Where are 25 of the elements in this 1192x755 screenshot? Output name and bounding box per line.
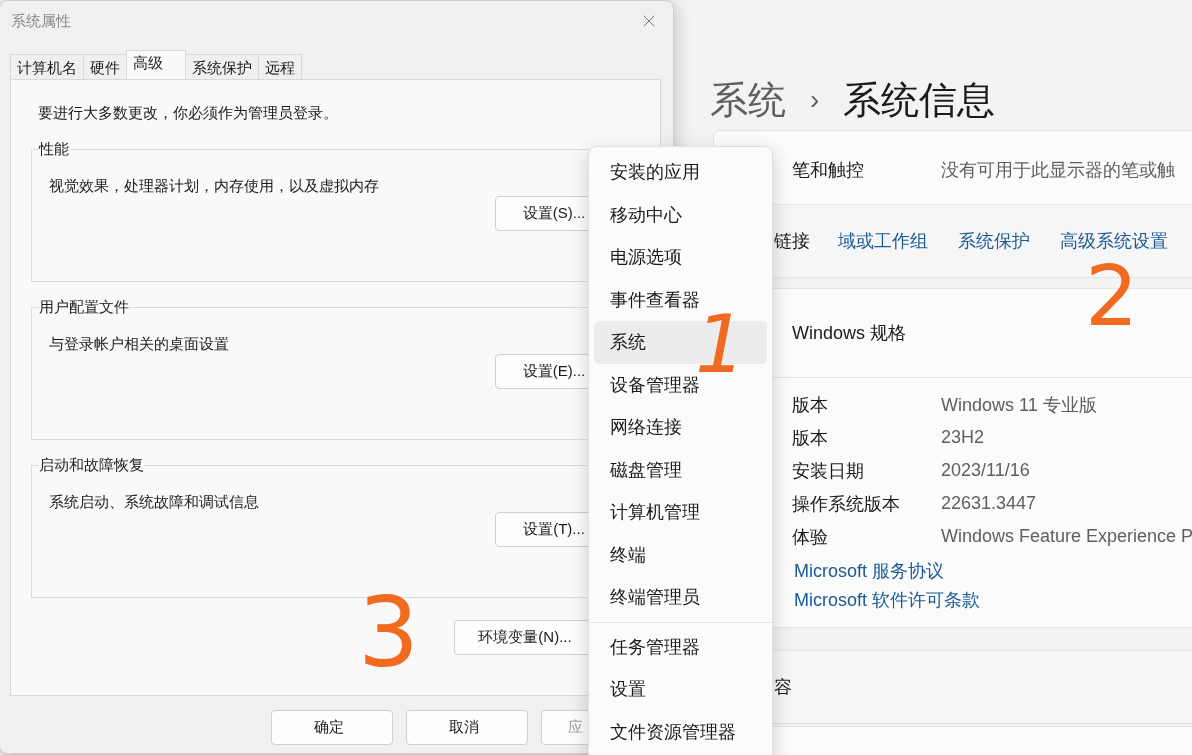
spec-value: 22631.3447 xyxy=(941,493,1037,514)
spec-value: 2023/11/16 xyxy=(941,460,1030,481)
spec-label: 体验 xyxy=(792,525,829,549)
info-value: 没有可用于此显示器的笔或触 xyxy=(941,158,1175,182)
spec-label: 版本 xyxy=(792,426,829,450)
page-title: 系统信息 xyxy=(843,77,996,123)
window-title: 系统属性 xyxy=(11,11,71,31)
spec-label: 操作系统版本 xyxy=(792,492,901,516)
related-links-label: 链接 xyxy=(774,230,810,253)
annotation-number: 2 xyxy=(1085,254,1139,338)
admin-notice: 要进行大多数更改，你必须作为管理员登录。 xyxy=(37,103,339,123)
spec-label: 版本 xyxy=(792,393,829,417)
group-description: 与登录帐户相关的桌面设置 xyxy=(49,335,229,354)
group-description: 视觉效果，处理器计划，内存使用，以及虚拟内存 xyxy=(49,177,379,196)
group-description: 系统启动、系统故障和调试信息 xyxy=(49,493,259,512)
annotation-number: 3 xyxy=(358,585,420,681)
spec-value: Windows 11 专业版 xyxy=(941,393,1097,417)
group-title: 用户配置文件 xyxy=(39,298,129,317)
group-title: 启动和故障恢复 xyxy=(39,456,144,475)
spec-value: Windows Feature Experience P xyxy=(941,526,1192,547)
spec-value: 23H2 xyxy=(941,427,985,448)
group-title: 性能 xyxy=(39,140,69,159)
breadcrumb-separator: › xyxy=(810,84,820,116)
spec-label: 安装日期 xyxy=(792,459,865,483)
info-label: 笔和触控 xyxy=(792,158,865,182)
